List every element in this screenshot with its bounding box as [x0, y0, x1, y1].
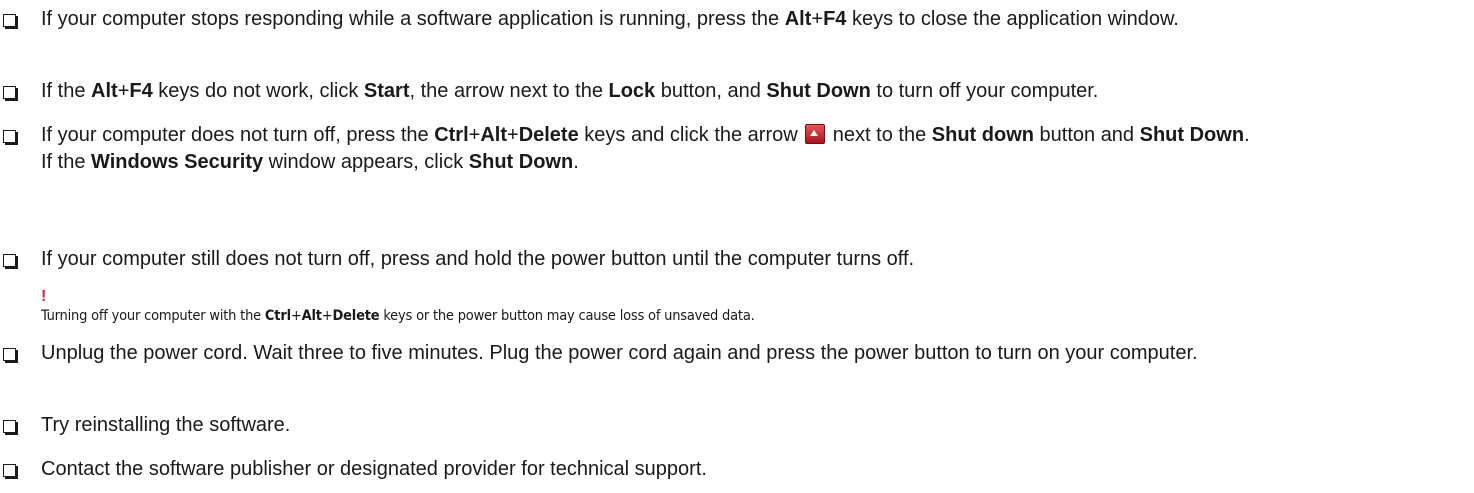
list-item-text: Try reinstalling the software.: [41, 414, 291, 436]
list-item-text: If the Alt+F4 keys do not work, click St…: [41, 80, 1099, 102]
shutdown-arrow-icon: [805, 124, 826, 144]
list-item-text: Unplug the power cord. Wait three to fiv…: [41, 342, 1198, 364]
caution-note: ! Turning off your computer with the Ctr…: [41, 288, 755, 326]
list-item-text: If your computer stops responding while …: [41, 8, 1179, 30]
list-item-text: If your computer does not turn off, pres…: [41, 124, 1250, 173]
checkbox-icon: [3, 130, 16, 143]
checkbox-icon: [3, 254, 16, 267]
checkbox-icon: [3, 464, 16, 477]
caution-icon: !: [41, 288, 47, 305]
checkbox-icon: [3, 348, 16, 361]
checkbox-icon: [3, 14, 16, 27]
list-item-text: If your computer still does not turn off…: [41, 248, 915, 270]
troubleshooting-document: If your computer stops responding while …: [0, 0, 1474, 493]
checkbox-icon: [3, 420, 16, 433]
list-item-text: Contact the software publisher or design…: [41, 458, 707, 480]
caution-text: Turning off your computer with the Ctrl+…: [41, 308, 755, 324]
checkbox-icon: [3, 86, 16, 99]
